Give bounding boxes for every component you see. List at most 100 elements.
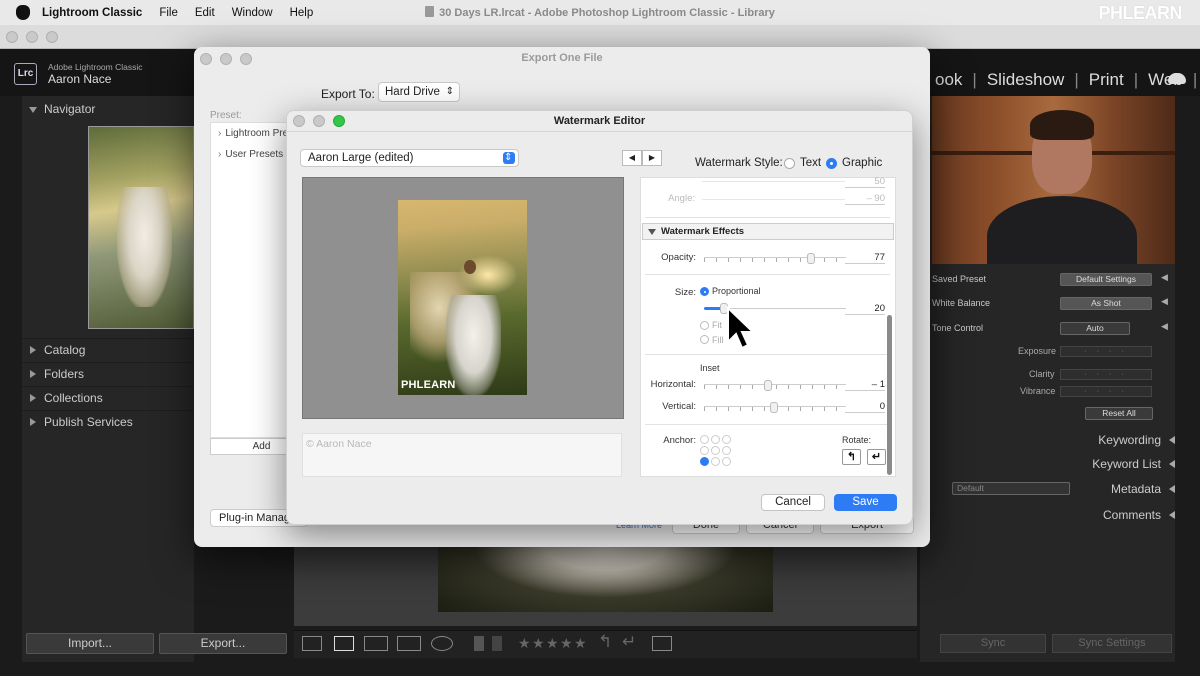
horizontal-value[interactable]: – 1	[845, 378, 885, 391]
publish-services-header[interactable]: Publish Services	[22, 410, 194, 432]
collapse-arrow-icon[interactable]: ◀	[1161, 272, 1168, 283]
size-fill-label[interactable]: Fill	[712, 335, 724, 345]
size-fit-label[interactable]: Fit	[712, 320, 722, 330]
collections-header[interactable]: Collections	[22, 386, 194, 408]
grid-view-icon[interactable]	[302, 636, 322, 651]
opacity-value[interactable]: 77	[845, 251, 885, 264]
sync-settings-button[interactable]: Sync Settings	[1052, 634, 1172, 653]
auto-tone-button[interactable]: Auto	[1060, 322, 1130, 335]
loupe-view-icon[interactable]	[334, 636, 354, 651]
collapse-arrow-icon[interactable]: ◀	[1161, 321, 1168, 332]
rotate-left-icon[interactable]: ↰	[598, 632, 612, 652]
anchor-bottom-right[interactable]	[722, 457, 731, 466]
catalog-header[interactable]: Catalog	[22, 338, 194, 360]
vertical-value[interactable]: 0	[845, 400, 885, 413]
exposure-stepper[interactable]: · · · ·	[1060, 346, 1152, 357]
star-icon[interactable]: ★	[532, 635, 545, 652]
opacity-slider-thumb[interactable]	[807, 253, 815, 264]
module-print[interactable]: Print	[1089, 70, 1124, 90]
style-text-radio[interactable]	[784, 158, 795, 169]
star-icon[interactable]: ★	[518, 635, 531, 652]
vertical-slider-thumb[interactable]	[770, 402, 778, 413]
main-photo[interactable]	[438, 540, 773, 612]
export-to-select[interactable]: Hard Drive ⇕	[378, 82, 460, 102]
opacity-slider[interactable]	[704, 257, 846, 262]
radius-value[interactable]: 50	[845, 175, 885, 188]
size-fill-radio[interactable]	[700, 335, 709, 344]
cloud-icon[interactable]	[1168, 73, 1186, 84]
anchor-top-center[interactable]	[711, 435, 720, 444]
style-text-label[interactable]: Text	[800, 157, 821, 169]
anchor-top-left[interactable]	[700, 435, 709, 444]
reset-all-button[interactable]: Reset All	[1085, 407, 1153, 420]
size-proportional-radio[interactable]	[700, 287, 709, 296]
window-controls[interactable]	[6, 31, 58, 43]
star-icon[interactable]: ★	[560, 635, 573, 652]
reject-flag-icon[interactable]	[492, 636, 502, 651]
export-dialog-title: Export One File	[521, 52, 603, 64]
keywording-header[interactable]: Keywording	[1098, 433, 1175, 447]
anchor-middle-right[interactable]	[722, 446, 731, 455]
metadata-preset-select[interactable]: Default	[952, 482, 1070, 495]
next-watermark-button[interactable]: ▶	[642, 150, 662, 166]
sync-button[interactable]: Sync	[940, 634, 1046, 653]
size-value[interactable]: 20	[845, 302, 885, 315]
style-graphic-radio[interactable]	[826, 158, 837, 169]
preset-lightroom[interactable]: Lightroom Pre	[218, 128, 288, 139]
watermark-save-button[interactable]: Save	[834, 494, 897, 511]
anchor-middle-left[interactable]	[700, 446, 709, 455]
properties-scrollbar[interactable]	[887, 315, 892, 475]
watermark-overlay[interactable]: PHLEARN	[401, 379, 456, 391]
radius-slider[interactable]	[702, 181, 845, 182]
watermark-effects-header[interactable]: Watermark Effects	[642, 223, 894, 240]
flag-icon[interactable]	[474, 636, 484, 651]
vibrance-stepper[interactable]: · · · ·	[1060, 386, 1152, 397]
horizontal-slider-thumb[interactable]	[764, 380, 772, 391]
anchor-top-right[interactable]	[722, 435, 731, 444]
compare-view-icon[interactable]	[364, 636, 388, 651]
collapse-arrow-icon[interactable]: ◀	[1161, 296, 1168, 307]
inset-label: Inset	[700, 363, 720, 373]
preset-user[interactable]: User Presets	[218, 149, 283, 160]
white-balance-select[interactable]: As Shot	[1060, 297, 1152, 310]
clarity-stepper[interactable]: · · · ·	[1060, 369, 1152, 380]
tone-control-row: Tone Control Auto ◀	[932, 321, 1168, 335]
module-book[interactable]: ook	[935, 70, 962, 90]
app-small-name: Adobe Lightroom Classic	[48, 62, 143, 72]
anchor-bottom-center[interactable]	[711, 457, 720, 466]
rotate-right-icon[interactable]: ↵	[622, 632, 636, 652]
rotate-left-button[interactable]: ↰	[842, 449, 861, 465]
rotate-right-button[interactable]: ↵	[867, 449, 886, 465]
expand-triangle-icon	[30, 370, 36, 378]
exposure-label: Exposure	[1018, 346, 1057, 356]
navigator-header[interactable]: Navigator	[22, 98, 194, 120]
watermark-cancel-button[interactable]: Cancel	[761, 494, 825, 511]
saved-preset-select[interactable]: Default Settings	[1060, 273, 1152, 286]
angle-value[interactable]: – 90	[845, 192, 885, 205]
angle-slider[interactable]	[702, 199, 845, 200]
watermark-preset-select[interactable]: Aaron Large (edited)	[300, 149, 519, 167]
anchor-bottom-left[interactable]	[700, 457, 709, 466]
collapse-arrow-icon	[1169, 436, 1175, 444]
style-graphic-label[interactable]: Graphic	[842, 157, 882, 169]
star-icon[interactable]: ★	[574, 635, 587, 652]
prev-watermark-button[interactable]: ◀	[622, 150, 642, 166]
module-picker: ook | Slideshow | Print | Web |	[935, 70, 1198, 90]
size-proportional-label[interactable]: Proportional	[712, 286, 761, 296]
export-button[interactable]: Export...	[159, 633, 287, 654]
module-slideshow[interactable]: Slideshow	[987, 70, 1065, 90]
star-icon[interactable]: ★	[546, 635, 559, 652]
import-button[interactable]: Import...	[26, 633, 154, 654]
survey-view-icon[interactable]	[397, 636, 421, 651]
folders-header[interactable]: Folders	[22, 362, 194, 384]
metadata-header[interactable]: Metadata	[1111, 482, 1175, 496]
anchor-center[interactable]	[711, 446, 720, 455]
keyword-list-header[interactable]: Keyword List	[1092, 457, 1175, 471]
navigator-preview[interactable]	[88, 126, 194, 329]
comments-header[interactable]: Comments	[1103, 508, 1175, 522]
size-fit-radio[interactable]	[700, 321, 709, 330]
horizontal-slider[interactable]	[704, 384, 846, 389]
crop-overlay-icon[interactable]	[652, 636, 672, 651]
people-view-icon[interactable]	[431, 636, 453, 651]
document-icon	[425, 6, 435, 17]
